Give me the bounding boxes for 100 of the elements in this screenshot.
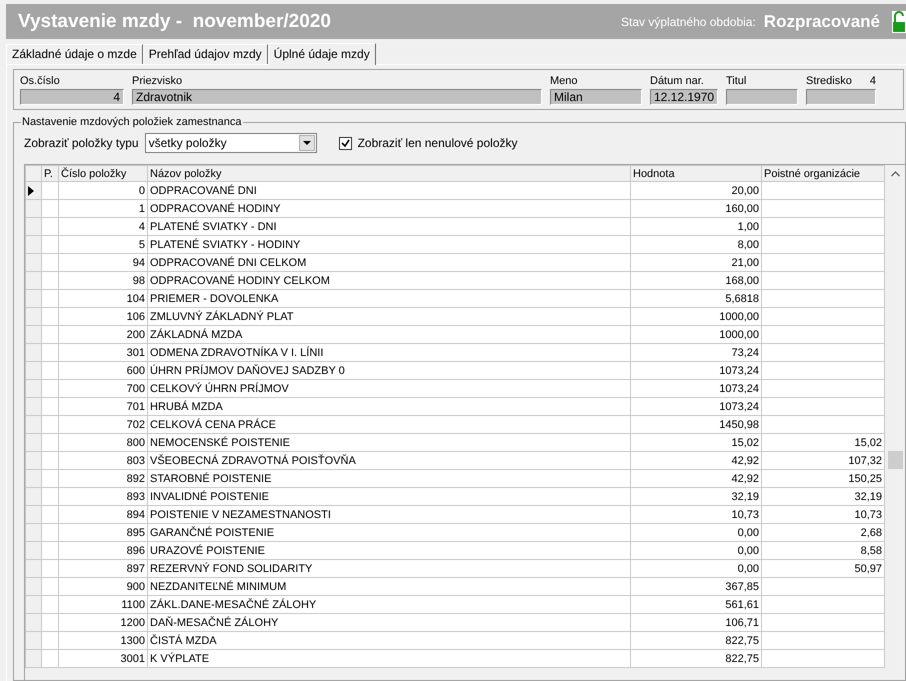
table-cell: 4 [58, 218, 148, 236]
table-cell: ZÁKL.DANE-MESAČNÉ ZÁLOHY [148, 596, 630, 614]
table-cell: NEMOCENSKÉ POISTENIE [148, 434, 630, 452]
table-cell: STAROBNÉ POISTENIE [148, 470, 630, 488]
table-cell: 1450,98 [630, 416, 762, 434]
group-title: Nastavenie mzdových položiek zamestnanca [21, 116, 243, 128]
table-cell: 0,00 [630, 560, 762, 578]
table-cell: 104 [58, 290, 148, 308]
table-cell: 1000,00 [630, 326, 762, 344]
table-cell: 1073,24 [630, 380, 762, 398]
table-cell: 3001 [58, 650, 148, 668]
scroll-thumb[interactable] [888, 451, 903, 469]
table-cell: 0,00 [630, 542, 762, 560]
tab[interactable]: Základné údaje o mzde [6, 44, 143, 64]
table-cell: 50,97 [762, 560, 884, 578]
table-cell: 367,85 [630, 578, 762, 596]
table-cell: ODPRACOVANÉ DNI CELKOM [148, 254, 630, 272]
table-cell: ODMENA ZDRAVOTNÍKA V I. LÍNII [148, 344, 630, 362]
table-cell: 15,02 [630, 434, 762, 452]
table-cell: REZERVNÝ FOND SOLIDARITY [148, 560, 630, 578]
input-field[interactable]: Zdravotnik [132, 89, 542, 105]
table-cell: CELKOVÁ CENA PRÁCE [148, 416, 630, 434]
column-header[interactable]: Číslo položky [58, 166, 148, 182]
table-cell: 800 [58, 434, 148, 452]
table-cell: 106,71 [630, 614, 762, 632]
table-cell: ODPRACOVANÉ DNI [148, 182, 630, 200]
checkbox[interactable] [338, 136, 352, 150]
table-cell: 896 [58, 542, 148, 560]
table-cell: 8,58 [762, 542, 884, 560]
table-cell: ZMLUVNÝ ZÁKLADNÝ PLAT [148, 308, 630, 326]
dropdown-icon[interactable] [298, 135, 315, 151]
column-header[interactable]: Hodnota [630, 166, 762, 182]
table-cell: 107,32 [762, 452, 884, 470]
table-cell: 892 [58, 470, 148, 488]
table-cell: 15,02 [762, 434, 884, 452]
table-cell: ČISTÁ MZDA [148, 632, 630, 650]
table-cell: PRIEMER - DOVOLENKA [148, 290, 630, 308]
table-cell: INVALIDNÉ POISTENIE [148, 488, 630, 506]
table-cell: PLATENÉ SVIATKY - DNI [148, 218, 630, 236]
table-cell: K VÝPLATE [148, 650, 630, 668]
scroll-up-icon[interactable] [891, 171, 900, 177]
table-cell: 8,00 [630, 236, 762, 254]
row-pointer-icon [28, 186, 35, 196]
table-cell: DAŇ-MESAČNÉ ZÁLOHY [148, 614, 630, 632]
table-cell: 701 [58, 398, 148, 416]
table-cell: 1,00 [630, 218, 762, 236]
table-cell: 893 [58, 488, 148, 506]
table-cell: 10,73 [630, 506, 762, 524]
tab[interactable]: Úplné údaje mzdy [268, 43, 376, 65]
table-cell: 160,00 [630, 200, 762, 218]
input-field[interactable] [726, 89, 798, 105]
table-cell: 2,68 [762, 524, 884, 542]
table-cell: 0 [58, 182, 148, 200]
table-cell: PLATENÉ SVIATKY - HODINY [148, 236, 630, 254]
filter-label: Zobraziť položky typu [24, 136, 139, 150]
table-cell: 1073,24 [630, 362, 762, 380]
table-cell: 42,92 [630, 452, 762, 470]
table-cell: 600 [58, 362, 148, 380]
input-field[interactable] [806, 89, 876, 105]
table-cell: 700 [58, 380, 148, 398]
checkbox-label: Zobraziť len nenulové položky [358, 136, 518, 150]
table-cell: GARANČNÉ POISTENIE [148, 524, 630, 542]
table-cell: 42,92 [630, 470, 762, 488]
table-cell: 168,00 [630, 272, 762, 290]
table-cell: 106 [58, 308, 148, 326]
table-cell: VŠEOBECNÁ ZDRAVOTNÁ POISŤOVŇA [148, 452, 630, 470]
table-cell: 32,19 [630, 488, 762, 506]
input-field[interactable]: 4 [20, 89, 124, 105]
table-cell: 200 [58, 326, 148, 344]
table-cell: 73,24 [630, 344, 762, 362]
table-cell: 900 [58, 578, 148, 596]
table-cell: 10,73 [762, 506, 884, 524]
table-cell: ODPRACOVANÉ HODINY [148, 200, 630, 218]
column-header[interactable]: Poistné organizácie [762, 166, 884, 182]
table-cell: 897 [58, 560, 148, 578]
table-cell: URAZOVÉ POISTENIE [148, 542, 630, 560]
table-cell: 20,00 [630, 182, 762, 200]
table-cell: POISTENIE V NEZAMESTNANOSTI [148, 506, 630, 524]
table-cell: 5,6818 [630, 290, 762, 308]
column-header[interactable]: Názov položky [148, 166, 630, 182]
type-dropdown[interactable]: všetky položky [144, 133, 317, 153]
table-cell: 822,75 [630, 632, 762, 650]
input-field[interactable]: 12.12.1970 [650, 89, 718, 105]
field-label: Meno [550, 74, 578, 86]
table-cell: 895 [58, 524, 148, 542]
table-cell: 1200 [58, 614, 148, 632]
table-cell: 0,00 [630, 524, 762, 542]
table-cell: 94 [58, 254, 148, 272]
table-cell: 894 [58, 506, 148, 524]
tab[interactable]: Prehľad údajov mzdy [142, 44, 268, 64]
table-cell: 98 [58, 272, 148, 290]
table-cell: 150,25 [762, 470, 884, 488]
input-field[interactable]: Milan [550, 89, 642, 105]
table-cell: 822,75 [630, 650, 762, 668]
table-cell: 21,00 [630, 254, 762, 272]
column-header[interactable]: P. [42, 166, 58, 182]
table-cell: 5 [58, 236, 148, 254]
status-label: Stav výplatného obdobia: [621, 14, 756, 28]
table-cell: 32,19 [762, 488, 884, 506]
status-value: Rozpracované [764, 12, 880, 32]
